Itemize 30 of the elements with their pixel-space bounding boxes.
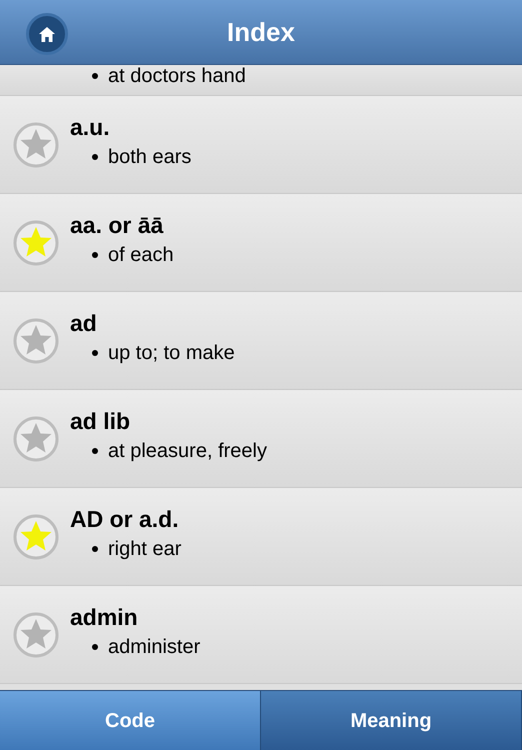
entry-row[interactable]: admin administer: [0, 586, 522, 684]
entry-code: ad: [70, 312, 98, 335]
bullet-icon: [92, 448, 98, 454]
entry-code: a.u.: [70, 116, 111, 139]
bullet-icon: [92, 154, 98, 160]
bullet-icon: [92, 644, 98, 650]
entry-meaning: at doctors hand: [108, 66, 246, 86]
entry-row[interactable]: a.u. both ears: [0, 96, 522, 194]
tab[interactable]: Meaning: [261, 691, 522, 750]
bullet-icon: [92, 73, 98, 79]
entry-meaning: of each: [108, 245, 174, 265]
home-icon: [39, 26, 55, 42]
entry-code: AD or a.d.: [70, 508, 180, 531]
bullet-icon: [92, 546, 98, 552]
entry-row[interactable]: AD or a.d. right ear: [0, 488, 522, 586]
entry-meaning: right ear: [108, 539, 182, 559]
entry-code: ad lib: [70, 410, 132, 433]
entry-row[interactable]: ad up to; to make: [0, 292, 522, 390]
home-button[interactable]: [26, 13, 68, 55]
entry-code: aa. or āā: [70, 214, 164, 237]
entry-row[interactable]: aa. or āā of each: [0, 194, 522, 292]
entry-code: admin: [70, 606, 139, 629]
entry-meaning: at pleasure, freely: [108, 441, 267, 461]
window-title: Index: [227, 16, 295, 48]
entry-meaning: both ears: [108, 147, 192, 167]
entry-meaning: administer: [108, 637, 200, 657]
entry-row[interactable]: ad lib at pleasure, freely: [0, 390, 522, 488]
bullet-icon: [92, 350, 98, 356]
bullet-icon: [92, 252, 98, 258]
entry-meaning: up to; to make: [108, 343, 235, 363]
